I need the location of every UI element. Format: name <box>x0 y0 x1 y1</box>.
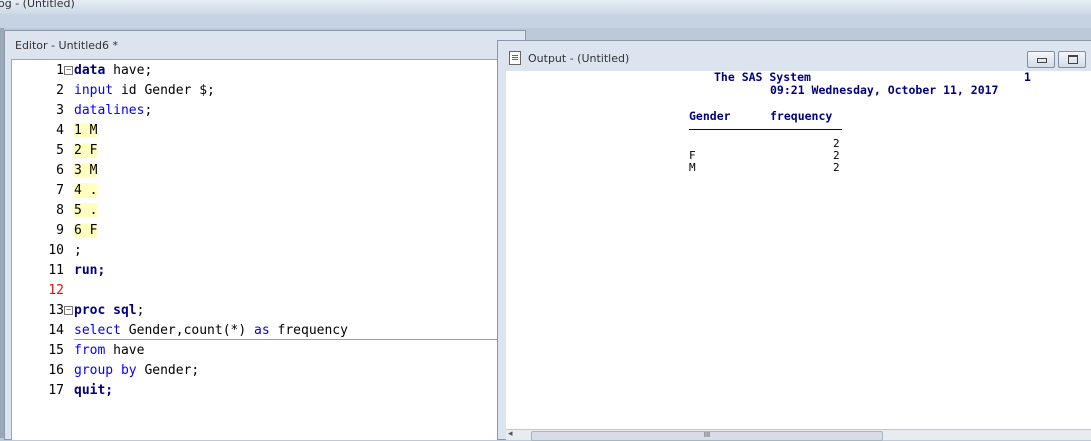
line-number: 7 <box>56 183 64 198</box>
horizontal-scrollbar[interactable]: ◂ III <box>506 429 1091 441</box>
scroll-thumb[interactable]: III <box>531 431 883 441</box>
output-window[interactable]: Output - (Untitled) The SAS System 1 09:… <box>497 40 1091 441</box>
code-text: input id Gender $; <box>74 83 215 98</box>
maximize-button[interactable] <box>1058 51 1086 68</box>
column-header-frequency: frequency <box>770 109 833 123</box>
code-text: 6 F <box>74 223 98 238</box>
page-number: 1 <box>1024 70 1031 84</box>
code-text: from have <box>74 343 145 358</box>
minimize-button[interactable] <box>1027 51 1055 68</box>
code-text: 2 F <box>74 143 98 158</box>
code-line[interactable]: 12 <box>12 281 499 301</box>
code-line[interactable]: 16 group by Gender; <box>12 361 499 381</box>
code-text: select Gender,count(*) as frequency <box>74 323 348 338</box>
code-text: group by Gender; <box>74 363 200 378</box>
header-rule <box>689 129 842 130</box>
workspace-strip <box>0 14 1091 28</box>
code-line[interactable]: 6 3 M <box>12 161 499 181</box>
line-number: 1 <box>56 63 64 78</box>
log-window-titlebar[interactable]: og - (Untitled) <box>0 0 1091 14</box>
document-icon <box>509 51 521 65</box>
code-line[interactable]: 11 run; <box>12 261 499 281</box>
fold-toggle-icon[interactable]: − <box>64 306 73 315</box>
code-text: 1 M <box>74 123 98 138</box>
column-header-gender: Gender <box>689 109 731 123</box>
code-line[interactable]: 7 4 . <box>12 181 499 201</box>
code-text: 4 . <box>74 183 98 198</box>
line-number: 11 <box>48 263 64 278</box>
line-number: 17 <box>48 383 64 398</box>
fold-toggle-icon[interactable]: − <box>64 66 73 75</box>
code-line[interactable]: 15 from have <box>12 341 499 361</box>
line-number: 12 <box>48 283 64 298</box>
code-text: proc sql; <box>74 303 145 318</box>
line-number: 8 <box>56 203 64 218</box>
line-number: 2 <box>56 83 64 98</box>
line-number: 6 <box>56 163 64 178</box>
output-pane[interactable]: The SAS System 1 09:21 Wednesday, Octobe… <box>506 71 1091 429</box>
report-datetime: 09:21 Wednesday, October 11, 2017 <box>770 83 999 97</box>
line-number: 15 <box>48 343 64 358</box>
code-line[interactable]: 17 quit; <box>12 381 499 401</box>
line-number: 16 <box>48 363 64 378</box>
line-number: 4 <box>56 123 64 138</box>
code-editor[interactable]: 1− data have; 2 input id Gender $; 3 dataline… <box>11 59 500 440</box>
code-line[interactable]: 8 5 . <box>12 201 499 221</box>
code-line[interactable]: 4 1 M <box>12 121 499 141</box>
code-line[interactable]: 1− data have; <box>12 61 499 81</box>
code-line[interactable]: 13− proc sql; <box>12 301 499 321</box>
code-line[interactable]: 10; <box>12 241 499 261</box>
code-text: datalines; <box>74 103 153 118</box>
line-number: 9 <box>56 223 64 238</box>
code-text: quit; <box>74 383 114 398</box>
code-text: 5 . <box>74 203 98 218</box>
editor-title: Editor - Untitled6 * <box>15 39 119 52</box>
code-text: data have; <box>74 63 153 78</box>
code-line[interactable]: 14 select Gender,count(*) as frequency <box>12 321 499 341</box>
line-number: 5 <box>56 143 64 158</box>
code-line[interactable]: 2 input id Gender $; <box>12 81 499 101</box>
cell-gender: M <box>689 161 696 174</box>
code-text: ; <box>74 243 82 258</box>
code-line[interactable]: 3 datalines; <box>12 101 499 121</box>
code-text: 3 M <box>74 163 98 178</box>
code-line[interactable]: 9 6 F <box>12 221 499 241</box>
log-window-title: og - (Untitled) <box>0 0 75 10</box>
cell-frequency: 2 <box>833 161 840 174</box>
code-line[interactable]: 5 2 F <box>12 141 499 161</box>
line-number: 13 <box>48 303 64 318</box>
code-text: run; <box>74 263 106 278</box>
output-title: Output - (Untitled) <box>528 52 630 65</box>
line-number: 14 <box>48 323 64 338</box>
editor-window[interactable]: Editor - Untitled6 * 1− data have; 2 input … <box>4 30 526 440</box>
line-number: 10 <box>48 243 64 258</box>
line-number: 3 <box>56 103 64 118</box>
